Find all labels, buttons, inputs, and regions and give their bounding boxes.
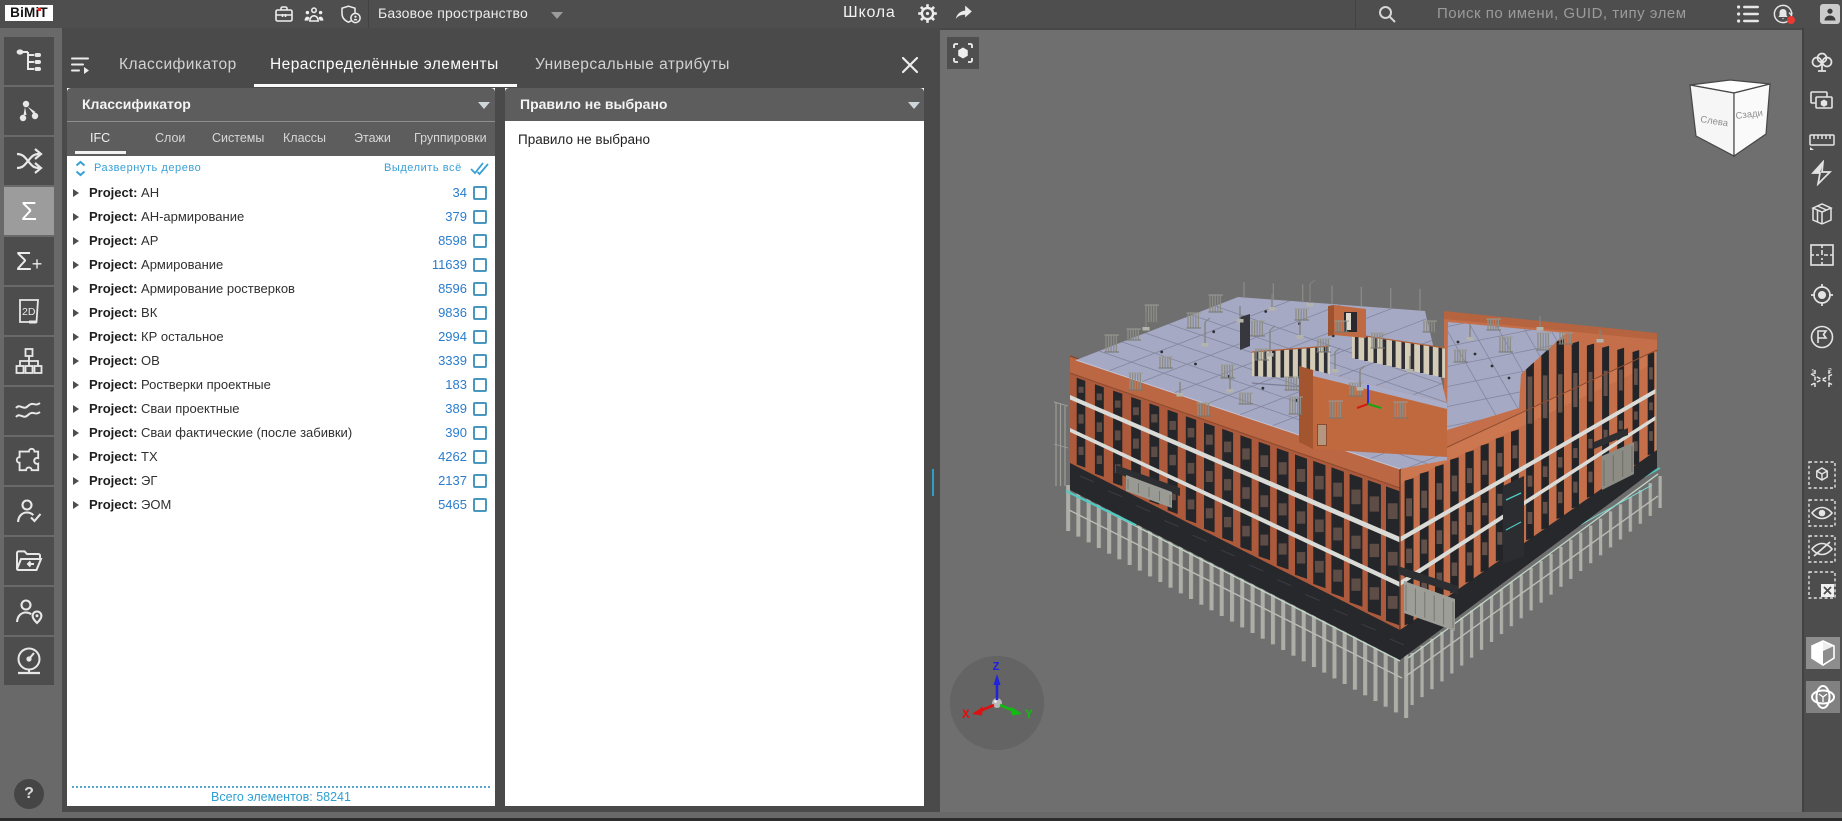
svg-text:Y: Y <box>1025 707 1033 722</box>
svg-text:2: 2 <box>1828 368 1832 375</box>
svg-text:2D: 2D <box>22 306 36 318</box>
svg-text:X: X <box>962 707 970 722</box>
svg-text:Z: Z <box>993 660 1000 674</box>
svg-text:1: 1 <box>1811 369 1815 376</box>
